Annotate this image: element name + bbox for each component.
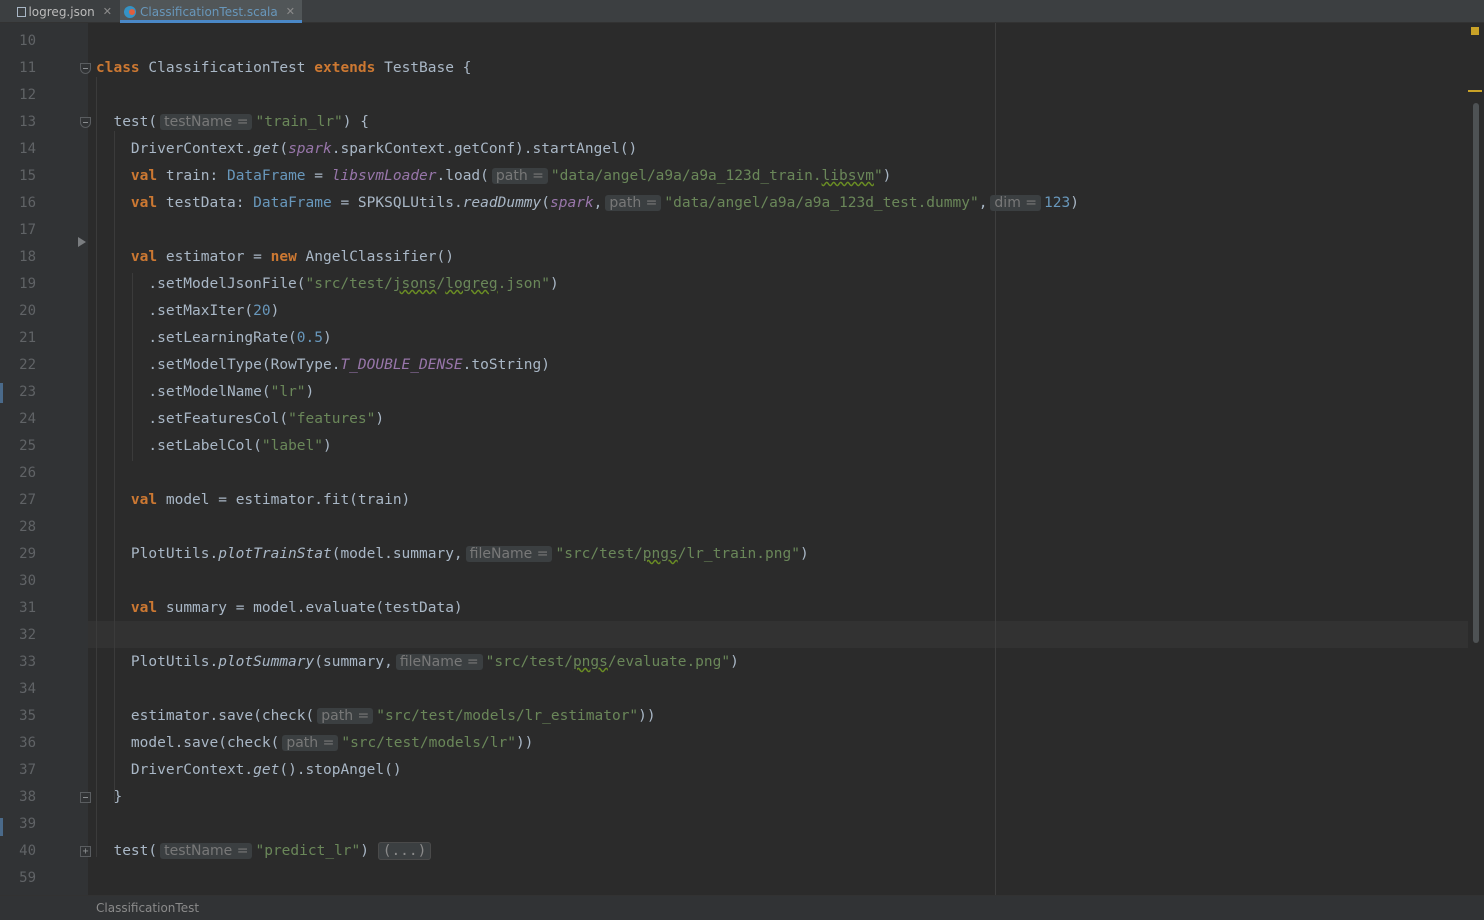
scala-file-icon (124, 5, 136, 18)
parameter-hint: path = (282, 735, 339, 751)
collapsed-block-placeholder[interactable]: (...) (377, 842, 432, 860)
line-number: 19 (19, 276, 36, 292)
code-line: } (96, 789, 123, 805)
line-number-gutter: 10 11 12 13 14 15 16 17 18 19 20 21 22 23 24 25 26 27 28 29… (3, 23, 91, 895)
line-number: 29 (19, 546, 36, 562)
run-gutter-icon[interactable] (78, 237, 86, 247)
line-number: 25 (19, 438, 36, 454)
code-line: val model = estimator.fit(train) (130, 492, 411, 508)
line-number: 27 (19, 492, 36, 508)
parameter-hint: dim = (990, 195, 1042, 211)
line-number: 36 (19, 735, 36, 751)
code-line: .setModelType(RowType.T_DOUBLE_DENSE.toS… (96, 357, 550, 373)
code-line: .setModelName("lr") (96, 384, 315, 400)
close-icon[interactable]: ✕ (103, 5, 112, 18)
line-number: 30 (19, 573, 36, 589)
line-number: 13 (19, 114, 36, 130)
parameter-hint: fileName = (465, 546, 553, 562)
line-number: 18 (19, 249, 36, 265)
line-number: 22 (19, 357, 36, 373)
code-line: .setModelJsonFile("src/test/jsons/logreg… (96, 276, 559, 292)
line-number: 12 (19, 87, 36, 103)
code-line: .setMaxIter(20) (96, 303, 280, 319)
tab-label: ClassificationTest.scala (140, 4, 278, 19)
line-number: 24 (19, 411, 36, 427)
warning-stripe-marker[interactable] (1468, 90, 1482, 92)
line-number: 26 (19, 465, 36, 481)
line-number: 16 (19, 195, 36, 211)
line-number: 11 (19, 60, 36, 76)
code-line: DriverContext.get(spark.sparkContext.get… (96, 141, 638, 157)
parameter-hint: testName = (160, 843, 253, 859)
code-line: PlotUtils.plotTrainStat(model.summary, fi… (96, 546, 809, 562)
code-line: .setLearningRate(0.5) (96, 330, 332, 346)
line-number: 39 (19, 816, 36, 832)
line-number: 21 (19, 330, 36, 346)
line-number: 34 (19, 681, 36, 697)
line-number: 10 (19, 33, 36, 49)
line-number: 23 (19, 384, 36, 400)
parameter-hint: path = (605, 195, 662, 211)
parameter-hint: testName = (160, 114, 253, 130)
parameter-hint: path = (491, 168, 548, 184)
inspection-status-icon[interactable] (1471, 27, 1479, 35)
line-number: 33 (19, 654, 36, 670)
code-line: PlotUtils.plotSummary(summary, fileName =… (96, 654, 739, 670)
code-line: test(testName = "train_lr") { (96, 114, 369, 130)
breadcrumb-item-class[interactable]: ClassificationTest (96, 901, 199, 915)
tab-classificationtest-scala[interactable]: ClassificationTest.scala ✕ (120, 0, 302, 23)
line-number: 14 (19, 141, 36, 157)
right-margin-guide (995, 23, 996, 895)
close-icon[interactable]: ✕ (286, 5, 295, 18)
scroll-thumb[interactable] (1473, 103, 1479, 643)
line-number: 32 (19, 627, 36, 643)
line-number: 40 (19, 843, 36, 859)
caret-row-highlight (88, 621, 1468, 648)
line-number: 28 (19, 519, 36, 535)
code-line: val testData: DataFrame = SPKSQLUtils.re… (130, 195, 1079, 211)
tab-logreg-json[interactable]: logreg.json ✕ (12, 0, 118, 23)
code-line: .setFeaturesCol("features") (96, 411, 385, 427)
line-number: 17 (19, 222, 36, 238)
code-line: DriverContext.get().stopAngel() (96, 762, 402, 778)
code-line: val estimator = new AngelClassifier() (130, 249, 454, 265)
code-line: model.save(check(path = "src/test/models/… (96, 735, 534, 751)
line-number: 15 (19, 168, 36, 184)
line-number: 31 (19, 600, 36, 616)
parameter-hint: path = (317, 708, 374, 724)
editor-scrollbar[interactable] (1468, 23, 1484, 895)
line-number: 35 (19, 708, 36, 724)
line-number: 59 (19, 870, 36, 886)
breadcrumb: ClassificationTest (0, 895, 1484, 920)
parameter-hint: fileName = (395, 654, 483, 670)
line-number: 37 (19, 762, 36, 778)
tab-label: logreg.json (28, 4, 95, 19)
line-number: 38 (19, 789, 36, 805)
code-line: class ClassificationTest extends TestBas… (96, 60, 472, 76)
code-line: estimator.save(check(path = "src/test/mod… (96, 708, 656, 724)
code-line: val summary = model.evaluate(testData) (130, 600, 463, 616)
code-line: .setLabelCol("label") (96, 438, 332, 454)
code-editor[interactable]: class ClassificationTest extends TestBas… (88, 23, 1468, 895)
code-line: test(testName = "predict_lr") (...) (96, 838, 432, 865)
editor-tab-bar: logreg.json ✕ ClassificationTest.scala ✕ (0, 0, 1484, 23)
line-number: 20 (19, 303, 36, 319)
code-line: val train: DataFrame = libsvmLoader.load… (130, 168, 892, 184)
json-file-icon (16, 6, 27, 18)
